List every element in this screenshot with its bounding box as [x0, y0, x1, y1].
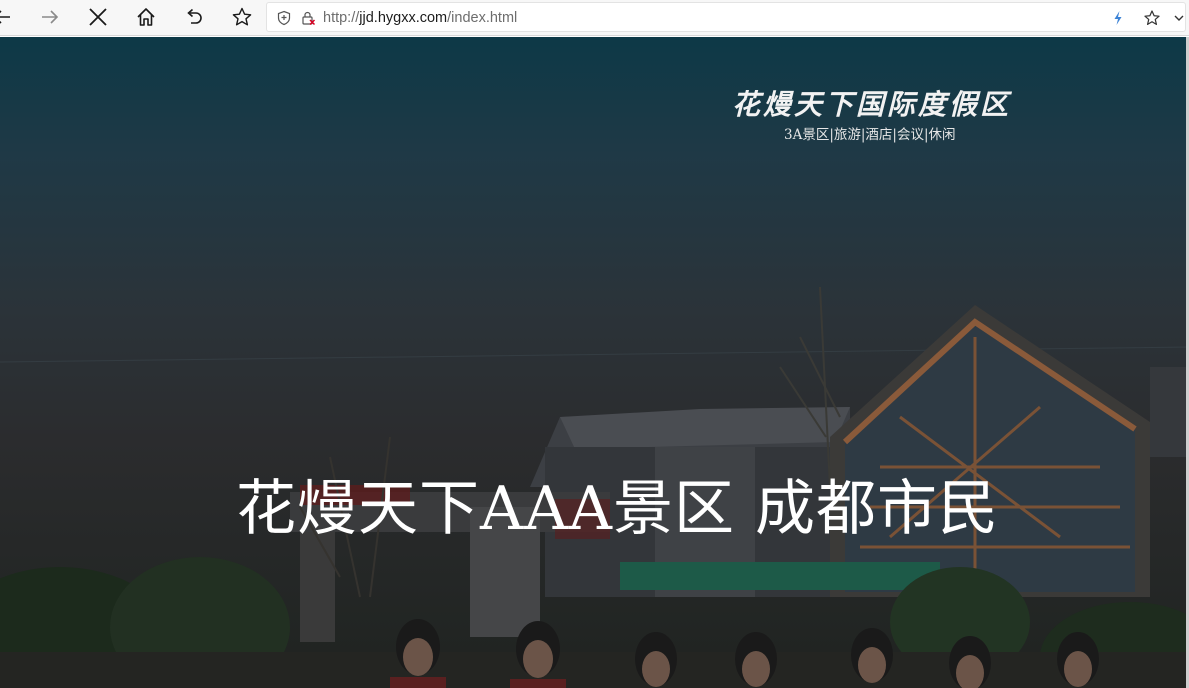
address-bar[interactable]: http://jjd.hygxx.com/index.html — [266, 2, 1186, 32]
star-icon — [232, 7, 252, 26]
chevron-down-icon[interactable] — [1173, 9, 1185, 27]
undo-icon — [187, 8, 202, 24]
url-path: /index.html — [447, 10, 518, 26]
url-text[interactable]: http://jjd.hygxx.com/index.html — [323, 9, 517, 27]
stop-button[interactable] — [78, 0, 118, 34]
back-arrow-icon — [0, 10, 10, 24]
shield-icon[interactable] — [275, 9, 293, 27]
close-icon — [89, 8, 107, 26]
favorites-button[interactable] — [222, 0, 262, 34]
home-button[interactable] — [126, 0, 166, 34]
lightning-icon[interactable] — [1109, 9, 1127, 27]
insecure-lock-icon[interactable] — [299, 9, 317, 27]
forward-button[interactable] — [30, 0, 70, 34]
bookmark-star-icon[interactable] — [1143, 9, 1161, 27]
url-scheme: http:// — [323, 10, 360, 26]
resort-logo-subtitle: 3A景区|旅游|酒店|会议|休闲 — [784, 127, 956, 143]
browser-toolbar: http://jjd.hygxx.com/index.html — [0, 0, 1189, 36]
back-button[interactable] — [0, 0, 22, 34]
forward-arrow-icon — [42, 10, 59, 24]
banner-headline: 花熳天下AAA景区 成都市民 — [236, 474, 1000, 544]
undo-button[interactable] — [174, 0, 214, 34]
resort-photo — [0, 286, 1189, 688]
resort-logo-title: 花熳天下国际度假区 — [732, 88, 1012, 121]
hero-banner: 花熳天下国际度假区 3A景区|旅游|酒店|会议|休闲 花熳天下AAA景区 成都市… — [0, 37, 1189, 688]
url-host: jjd.hygxx.com — [359, 10, 448, 26]
home-icon — [137, 8, 155, 26]
